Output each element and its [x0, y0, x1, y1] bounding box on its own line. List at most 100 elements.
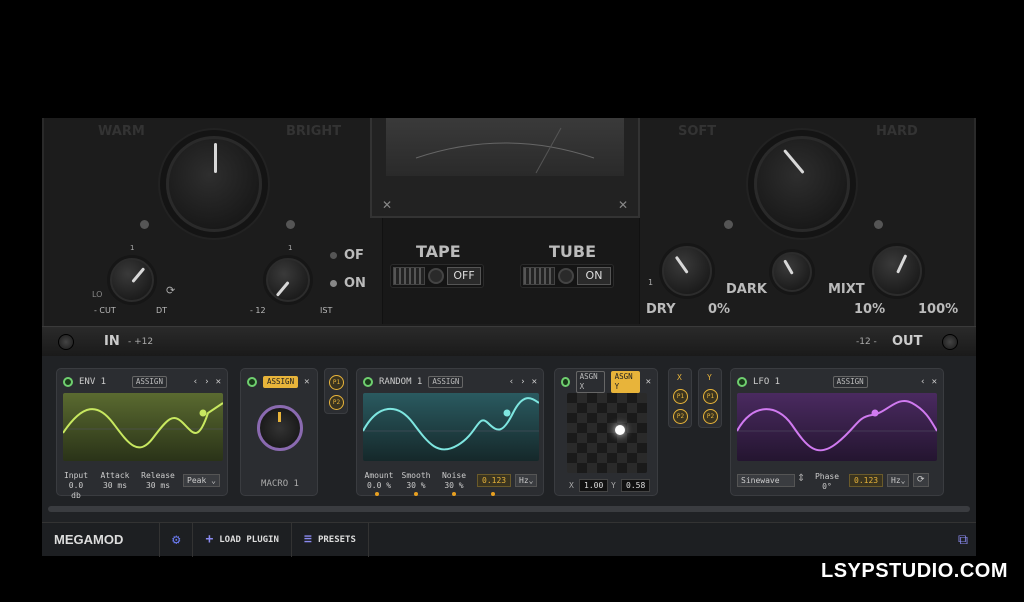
warm-bright-knob[interactable] [166, 136, 262, 232]
y-value[interactable]: 0.58 [621, 479, 651, 492]
lfo-graph[interactable] [737, 393, 937, 461]
x-chip-label: X [677, 373, 682, 382]
close-icon[interactable]: ✕ [304, 377, 309, 387]
dry-knob[interactable] [662, 246, 712, 296]
macro-knob[interactable] [257, 405, 303, 451]
random-graph[interactable] [363, 393, 539, 461]
random-unit-select[interactable]: Hz⌄ [515, 474, 538, 487]
vu-meter-frame: ✕ ✕ [370, 118, 640, 218]
env-power-toggle[interactable] [63, 377, 73, 387]
on-label[interactable]: ON [344, 276, 366, 291]
knob-max-dot-r [874, 220, 883, 229]
mod-dot [452, 492, 456, 496]
updown-icon[interactable]: ⇕ [797, 473, 805, 484]
of-label[interactable]: OF [344, 248, 364, 263]
scale-1b: 1 [288, 244, 293, 252]
mixt-label: MIXT [828, 282, 865, 297]
in-value: - +12 [128, 337, 154, 347]
env-assign-button[interactable]: ASSIGN [131, 376, 167, 388]
xy-power-toggle[interactable] [561, 377, 570, 387]
tape-led [428, 268, 444, 284]
p1-chip[interactable]: P1 [329, 375, 344, 390]
close-icon[interactable]: ✕ [382, 198, 392, 212]
screw-right [942, 334, 958, 350]
x-p2-chip[interactable]: P2 [673, 409, 688, 424]
io-strip: IN - +12 -12 - OUT [42, 326, 976, 356]
close-icon[interactable]: ✕ [646, 377, 651, 387]
soft-hard-knob[interactable] [754, 136, 850, 232]
x-p1-chip[interactable]: P1 [673, 389, 688, 404]
y-p1-chip[interactable]: P1 [703, 389, 718, 404]
knob-indicator [783, 259, 794, 275]
env-param-input[interactable]: Input 0.0 db [63, 471, 89, 501]
env-graph[interactable] [63, 393, 223, 461]
load-plugin-button[interactable]: + LOAD PLUGIN [193, 522, 292, 557]
xy-header: ASGN X ASGN Y ✕ [561, 371, 651, 393]
knob-min-dot-r [724, 220, 733, 229]
tape-off-button[interactable]: OFF [447, 267, 481, 285]
close-icon[interactable]: ✕ [216, 377, 221, 387]
assign-y-button[interactable]: ASGN Y [610, 371, 640, 393]
env-mode-select[interactable]: Peak ⌄ [183, 474, 220, 487]
macro-power-toggle[interactable] [247, 377, 257, 387]
close-icon-right[interactable]: ✕ [618, 198, 628, 212]
chevron-left-icon[interactable]: ‹ [193, 377, 198, 387]
lo-cut-knob[interactable] [110, 258, 154, 302]
loop-icon[interactable]: ⟳ [913, 473, 929, 487]
param-value: 0.0 % [366, 481, 392, 490]
env-param-release[interactable]: Release 30 ms [139, 471, 177, 491]
y-chips-column: Y P1 P2 [698, 368, 722, 428]
tube-switch[interactable]: ON [520, 264, 614, 288]
param-label: Noise [441, 471, 467, 480]
p2-chip[interactable]: P2 [329, 395, 344, 410]
xy-puck[interactable] [615, 425, 625, 435]
env-module: ENV 1 ASSIGN ‹ › ✕ Input 0.0 db Attack 30 … [56, 368, 228, 500]
chevron-left-icon[interactable]: ‹ [509, 377, 514, 387]
gear-icon[interactable]: ⚙ [160, 522, 194, 557]
xy-pad[interactable] [567, 393, 647, 473]
chevron-right-icon[interactable]: › [204, 377, 209, 387]
dry-label: DRY [646, 302, 676, 317]
close-icon[interactable]: ✕ [932, 377, 937, 387]
chevron-right-icon[interactable]: › [520, 377, 525, 387]
assign-x-button[interactable]: ASGN X [575, 371, 605, 393]
close-icon[interactable]: ✕ [532, 377, 537, 387]
hi-cut-knob[interactable] [266, 258, 310, 302]
random-assign-button[interactable]: ASSIGN [428, 376, 464, 388]
macro-header: ASSIGN ✕ [247, 375, 311, 389]
random-rate-field[interactable]: 0.123 [477, 474, 512, 487]
y-p2-chip[interactable]: P2 [703, 409, 718, 424]
chevron-left-icon[interactable]: ‹ [920, 377, 925, 387]
tape-grill [393, 267, 425, 285]
lfo-param-phase[interactable]: Phase 0° [811, 472, 843, 492]
lfo-wave-select[interactable]: Sinewave [737, 474, 795, 487]
external-window-icon[interactable]: ⧉ [958, 532, 968, 548]
dark-knob[interactable] [772, 252, 812, 292]
env-param-attack[interactable]: Attack 30 ms [99, 471, 131, 491]
tube-on-button[interactable]: ON [577, 267, 611, 285]
tape-switch[interactable]: OFF [390, 264, 484, 288]
dark-label: DARK [726, 282, 767, 297]
random-param-noise[interactable]: Noise 30 % [439, 471, 469, 491]
mixt-knob[interactable] [872, 246, 922, 296]
horizontal-scrollbar[interactable] [48, 506, 970, 512]
random-power-toggle[interactable] [363, 377, 373, 387]
scale-1: 1 [130, 244, 135, 252]
random-header: RANDOM 1 ASSIGN ‹ › ✕ [363, 375, 537, 389]
plus-icon: + [205, 532, 214, 547]
presets-button[interactable]: ☰ PRESETS [292, 522, 369, 557]
lfo-unit-select[interactable]: Hz⌄ [887, 474, 910, 487]
lfo-power-toggle[interactable] [737, 377, 747, 387]
link-icon[interactable]: ⟳ [166, 284, 175, 297]
lfo-assign-button[interactable]: ASSIGN [832, 376, 868, 388]
macro-assign-button[interactable]: ASSIGN [263, 376, 299, 388]
random-param-amount[interactable]: Amount 0.0 % [363, 471, 395, 491]
x-value[interactable]: 1.00 [579, 479, 609, 492]
lfo-header: LFO 1 ASSIGN ‹ ✕ [737, 375, 937, 389]
random-param-smooth[interactable]: Smooth 30 % [401, 471, 431, 491]
dry-value: 0% [708, 302, 731, 317]
lo-cut-sub: - CUT [94, 306, 116, 315]
lfo-rate-field[interactable]: 0.123 [849, 474, 884, 487]
in-label: IN [104, 334, 120, 349]
out-value: -12 - [856, 337, 877, 347]
